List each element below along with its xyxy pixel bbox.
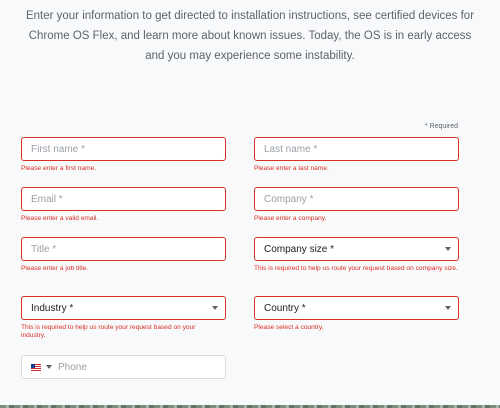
last-name-placeholder: Last name * bbox=[264, 143, 318, 155]
title-placeholder: Title * bbox=[31, 243, 57, 255]
company-size-error: This is required to help us route your r… bbox=[254, 265, 458, 272]
title-error: Please enter a job title. bbox=[21, 265, 89, 272]
phone-field[interactable]: Phone bbox=[21, 355, 226, 379]
intro-text: Enter your information to get directed t… bbox=[25, 10, 475, 62]
first-name-error: Please enter a first name. bbox=[21, 165, 97, 172]
industry-label: Industry * bbox=[31, 302, 74, 314]
company-error: Please enter a company. bbox=[254, 215, 327, 222]
required-note: * Required bbox=[424, 123, 458, 130]
email-placeholder: Email * bbox=[31, 193, 63, 205]
country-select[interactable]: Country * bbox=[254, 296, 459, 320]
last-name-error: Please enter a last name. bbox=[254, 165, 329, 172]
company-size-label: Company size * bbox=[264, 243, 335, 255]
company-placeholder: Company * bbox=[264, 193, 314, 205]
company-field[interactable]: Company * bbox=[254, 187, 459, 211]
chevron-down-icon bbox=[445, 306, 451, 310]
phone-placeholder: Phone bbox=[58, 361, 87, 373]
industry-error: This is required to help us route your r… bbox=[21, 324, 196, 339]
country-error: Please select a country. bbox=[254, 324, 324, 331]
us-flag-icon[interactable] bbox=[31, 363, 41, 371]
chevron-down-icon[interactable] bbox=[46, 365, 52, 369]
chevron-down-icon bbox=[212, 306, 218, 310]
first-name-field[interactable]: First name * bbox=[21, 137, 226, 161]
chevron-down-icon bbox=[445, 247, 451, 251]
company-size-select[interactable]: Company size * bbox=[254, 237, 459, 261]
title-field[interactable]: Title * bbox=[21, 237, 226, 261]
email-field[interactable]: Email * bbox=[21, 187, 226, 211]
last-name-field[interactable]: Last name * bbox=[254, 137, 459, 161]
industry-select[interactable]: Industry * bbox=[21, 296, 226, 320]
email-error: Please enter a valid email. bbox=[21, 215, 99, 222]
country-label: Country * bbox=[264, 302, 306, 314]
first-name-placeholder: First name * bbox=[31, 143, 85, 155]
